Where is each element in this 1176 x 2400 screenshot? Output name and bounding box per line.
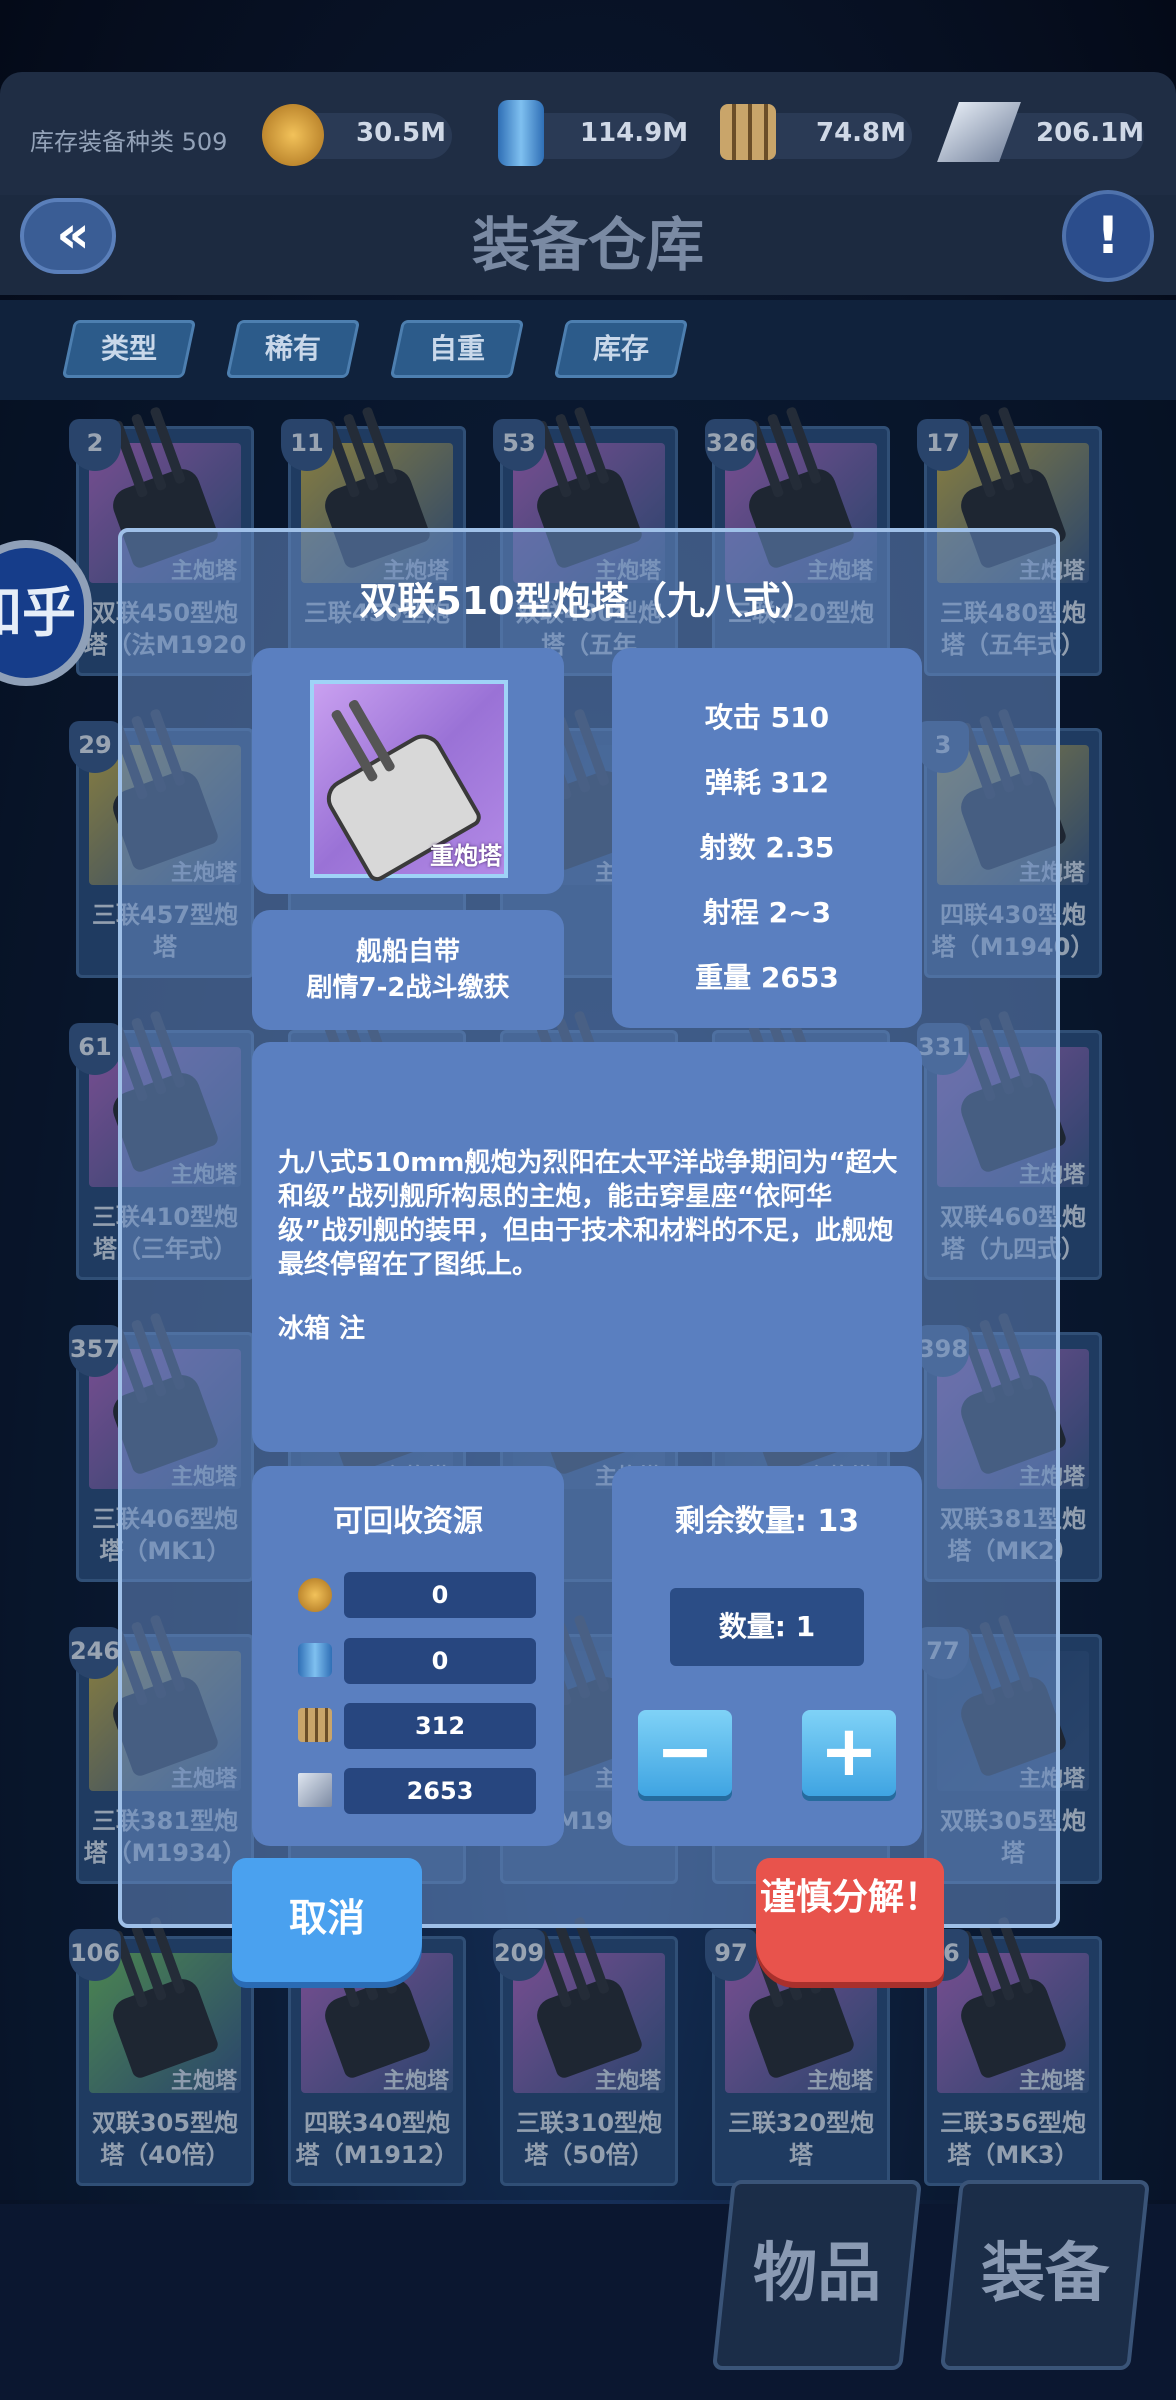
equipment-type-tag: 重炮塔 (430, 842, 502, 870)
stat-ammo-cost: 弹耗 312 (704, 766, 830, 799)
steel-icon (298, 1773, 332, 1807)
recycle-oil-value: 0 (344, 1638, 536, 1684)
double-chevron-left-icon: « (56, 205, 90, 265)
description-note: 冰箱 注 (278, 1314, 366, 1344)
back-button[interactable]: « (20, 198, 116, 274)
recycle-title: 可回收资源 (333, 1504, 483, 1539)
ammo-icon (720, 104, 776, 160)
increase-quantity-button[interactable]: + (802, 1710, 896, 1796)
gold-coin-icon (262, 104, 324, 166)
source-text: 舰船自带 剧情7-2战斗缴获 (306, 937, 510, 1003)
recycle-ammo-value: 312 (344, 1703, 536, 1749)
gold-coin-icon (298, 1578, 332, 1612)
decrease-quantity-button[interactable]: − (638, 1710, 732, 1796)
stock-count-label: 库存装备种类 509 (30, 128, 228, 156)
equipment-description: 九八式510mm舰炮为烈阳在太平洋战争期间为“超大和级”战列舰所构思的主炮，能击… (278, 1148, 898, 1280)
gold-value: 30.5M (356, 118, 447, 148)
zhihu-watermark: 知乎 (0, 540, 92, 686)
steel-value: 206.1M (1036, 118, 1145, 148)
filter-stock[interactable]: 库存 (553, 320, 689, 378)
ammo-value: 74.8M (816, 118, 907, 148)
recycle-gold-value: 0 (344, 1572, 536, 1618)
oil-barrel-icon (298, 1643, 332, 1677)
ammo-icon (298, 1708, 332, 1742)
dialog-title: 双联510型炮塔（九八式） (359, 579, 819, 623)
page-title: 装备仓库 (471, 211, 704, 279)
oil-value: 114.9M (580, 118, 689, 148)
stat-attack: 攻击 510 (704, 701, 830, 734)
filter-rarity[interactable]: 稀有 (225, 320, 361, 378)
stat-range: 射程 2~3 (702, 896, 832, 929)
exclamation-icon: ! (1096, 206, 1120, 266)
remaining-count: 剩余数量: 13 (674, 1504, 860, 1539)
stat-shots: 射数 2.35 (699, 831, 835, 864)
items-tab-button[interactable]: 物品 (712, 2180, 922, 2370)
cancel-button[interactable]: 取消 (232, 1858, 422, 1982)
recycle-steel-value: 2653 (344, 1768, 536, 1814)
oil-barrel-icon (498, 100, 544, 166)
equipment-tab-button[interactable]: 装备 (940, 2180, 1150, 2370)
help-button[interactable]: ! (1062, 190, 1154, 282)
filter-type[interactable]: 类型 (61, 320, 197, 378)
quantity-display: 数量: 1 (670, 1588, 864, 1666)
stat-weight: 重量 2653 (695, 961, 839, 994)
filter-weight[interactable]: 自重 (389, 320, 525, 378)
decompose-button[interactable]: 谨慎分解！ (756, 1858, 944, 1982)
